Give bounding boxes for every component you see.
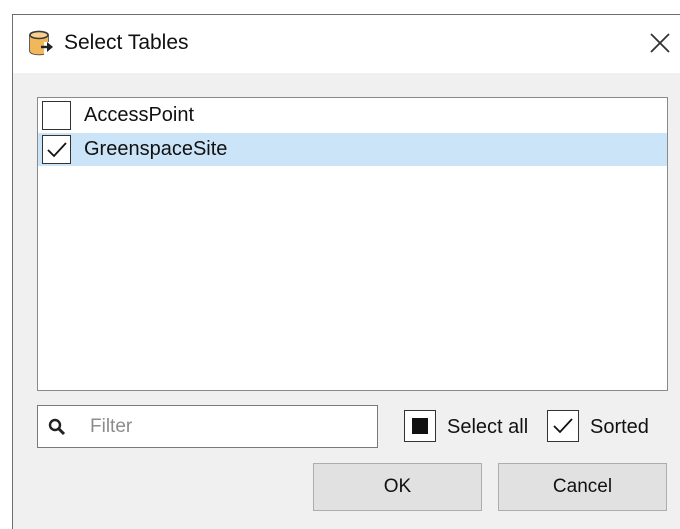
database-export-icon <box>27 29 57 59</box>
list-item-label: GreenspaceSite <box>84 138 228 160</box>
select-all-box[interactable] <box>404 410 436 442</box>
list-item-accesspoint[interactable]: AccessPoint <box>38 99 667 132</box>
sorted-label: Sorted <box>590 416 649 438</box>
checkmark-icon <box>47 142 67 158</box>
close-button[interactable] <box>648 31 672 55</box>
filter-field[interactable] <box>37 405 378 448</box>
search-icon <box>48 418 66 436</box>
dialog-title: Select Tables <box>64 31 189 54</box>
ok-button[interactable]: OK <box>313 463 482 511</box>
indeterminate-mark-icon <box>412 418 428 434</box>
accesspoint-checkbox[interactable] <box>42 101 71 130</box>
select-tables-dialog: Select Tables AccessPoint GreenspaceSite <box>12 14 680 529</box>
list-item-label: AccessPoint <box>84 104 195 126</box>
title-bar: Select Tables <box>13 15 680 73</box>
select-all-label: Select all <box>447 416 529 438</box>
checkmark-icon <box>553 418 573 434</box>
close-icon <box>650 33 670 53</box>
greenspacesite-checkbox[interactable] <box>42 135 71 164</box>
sorted-box[interactable] <box>547 410 579 442</box>
filter-input[interactable] <box>90 412 370 442</box>
cancel-button[interactable]: Cancel <box>498 463 667 511</box>
select-all-checkbox[interactable]: Select all <box>404 410 534 443</box>
sorted-checkbox[interactable]: Sorted <box>547 410 662 443</box>
list-item-greenspacesite[interactable]: GreenspaceSite <box>38 133 667 166</box>
tables-list[interactable]: AccessPoint GreenspaceSite <box>37 97 668 391</box>
